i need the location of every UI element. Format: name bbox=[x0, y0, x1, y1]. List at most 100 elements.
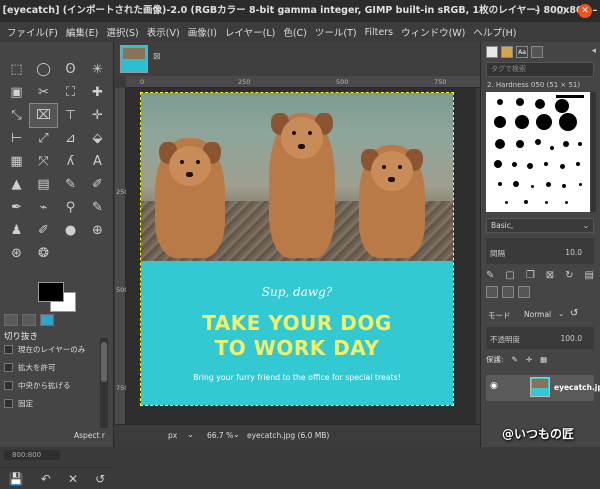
measure-icon[interactable]: ❂ bbox=[30, 242, 57, 265]
menu-file[interactable]: ファイル(F) bbox=[3, 25, 62, 39]
ellipse-select-icon[interactable]: ◯ bbox=[30, 58, 57, 81]
layer-name[interactable]: eyecatch.jpg bbox=[554, 383, 600, 392]
tab-undo-history[interactable] bbox=[40, 314, 54, 326]
brush-preview[interactable] bbox=[527, 163, 533, 169]
opacity-value[interactable]: 100.0 bbox=[561, 334, 582, 343]
aspect-ratio-dropdown[interactable]: Aspect r bbox=[74, 431, 105, 440]
brush-preview[interactable] bbox=[516, 140, 524, 148]
option-current-layer-only[interactable]: 現在のレイヤーのみ bbox=[4, 340, 100, 358]
brush-preview[interactable] bbox=[578, 182, 582, 186]
text-align-icon[interactable]: ⊤ bbox=[57, 104, 84, 127]
free-select-icon[interactable]: ʘ bbox=[57, 58, 84, 81]
option-fixed[interactable]: 固定 bbox=[4, 394, 100, 412]
menu-windows[interactable]: ウィンドウ(W) bbox=[397, 25, 469, 39]
mypaint-brush-icon[interactable]: ✎ bbox=[84, 196, 111, 219]
dodge-icon[interactable]: ⊛ bbox=[3, 242, 30, 265]
brush-preview[interactable] bbox=[495, 139, 505, 149]
brush-preview[interactable] bbox=[564, 200, 568, 204]
move-icon[interactable]: ✛ bbox=[84, 104, 111, 127]
brush-preset-select[interactable]: Basic, ⌄ bbox=[486, 218, 594, 233]
lock-alpha-icon[interactable]: ▦ bbox=[540, 355, 547, 364]
brush-preview[interactable] bbox=[494, 116, 506, 128]
align-icon[interactable]: ⊢ bbox=[3, 127, 30, 150]
dock-menu-icon[interactable]: ◂ bbox=[591, 46, 596, 56]
bucket-fill-icon[interactable]: ▲ bbox=[3, 173, 30, 196]
delete-brush-icon[interactable]: ⊠ bbox=[546, 270, 554, 281]
tab-document-history[interactable] bbox=[531, 46, 543, 58]
brush-preview[interactable] bbox=[511, 161, 517, 167]
reset-options-icon[interactable]: ↺ bbox=[95, 472, 105, 486]
checkbox[interactable] bbox=[4, 380, 13, 390]
pencil-icon[interactable]: ✎ bbox=[57, 173, 84, 196]
airbrush-icon[interactable]: ⌁ bbox=[30, 196, 57, 219]
brush-preview[interactable] bbox=[530, 184, 534, 188]
menu-help[interactable]: ヘルプ(H) bbox=[469, 25, 520, 39]
brush-preview[interactable] bbox=[524, 200, 528, 204]
ink-icon[interactable]: ⚲ bbox=[57, 196, 84, 219]
paintbrush-icon[interactable]: ✐ bbox=[84, 173, 111, 196]
handle-transform-icon[interactable]: ⬙ bbox=[84, 127, 111, 150]
fuzzy-select-icon[interactable]: ✳ bbox=[84, 58, 111, 81]
brush-preview[interactable] bbox=[498, 182, 502, 186]
close-button[interactable]: ✕ bbox=[578, 4, 592, 18]
brush-preview[interactable] bbox=[516, 98, 524, 106]
image-canvas[interactable]: Sup, dawg? TAKE YOUR DOG TO WORK DAY Bri… bbox=[140, 92, 454, 406]
blur-icon[interactable]: ⊕ bbox=[84, 219, 111, 242]
visibility-eye-icon[interactable]: ◉ bbox=[490, 381, 498, 391]
layer-opacity-field[interactable]: 不透明度 100.0 bbox=[486, 327, 594, 349]
eraser-icon[interactable]: ✒ bbox=[3, 196, 30, 219]
tab-device-status[interactable] bbox=[22, 314, 36, 326]
lock-position-icon[interactable]: ✛ bbox=[526, 355, 532, 364]
brush-preview[interactable] bbox=[544, 162, 548, 166]
zoom-selector[interactable]: 66.7 % bbox=[207, 431, 233, 440]
flip-icon[interactable]: ʎ bbox=[57, 150, 84, 173]
menu-filters[interactable]: Filters bbox=[361, 27, 397, 38]
checkbox[interactable] bbox=[4, 362, 13, 372]
tab-paths[interactable] bbox=[518, 286, 530, 298]
brush-grid-scrollbar[interactable] bbox=[591, 92, 596, 212]
scissors-icon[interactable]: ✂ bbox=[30, 81, 57, 104]
tab-brushes[interactable] bbox=[486, 46, 498, 58]
gradient-icon[interactable]: ▤ bbox=[30, 173, 57, 196]
option-expand-from-center[interactable]: 中央から拡げる bbox=[4, 376, 100, 394]
menu-colors[interactable]: 色(C) bbox=[279, 25, 311, 39]
brush-tag-search[interactable]: タグで検索 bbox=[486, 62, 594, 77]
unit-selector[interactable]: px bbox=[168, 431, 177, 440]
chevron-down-icon[interactable]: ⌄ bbox=[233, 430, 240, 439]
perspective-icon[interactable]: ⤧ bbox=[30, 150, 57, 173]
brush-preview[interactable] bbox=[545, 181, 551, 187]
brush-preview[interactable] bbox=[576, 162, 580, 166]
vertical-ruler[interactable]: 250 500 750 bbox=[115, 88, 128, 424]
brush-preview[interactable] bbox=[535, 139, 541, 145]
heal-icon[interactable]: ✐ bbox=[30, 219, 57, 242]
smudge-icon[interactable]: ● bbox=[57, 219, 84, 242]
brush-preview[interactable] bbox=[515, 115, 529, 129]
brush-preview[interactable] bbox=[555, 99, 569, 113]
menu-layer[interactable]: レイヤー(L) bbox=[221, 25, 279, 39]
image-tab-thumbnail[interactable] bbox=[120, 45, 148, 73]
color-picker-icon[interactable]: ⤡ bbox=[3, 104, 30, 127]
brush-preview[interactable] bbox=[494, 160, 502, 168]
layer-mode-select[interactable]: Normal bbox=[524, 310, 551, 319]
checkbox[interactable] bbox=[4, 398, 13, 408]
menu-select[interactable]: 選択(S) bbox=[102, 25, 142, 39]
brush-spacing-field[interactable]: 間隔 10.0 bbox=[486, 238, 594, 264]
tab-tool-options[interactable] bbox=[4, 314, 18, 326]
brush-preview[interactable] bbox=[578, 142, 582, 146]
brush-preview[interactable] bbox=[563, 141, 569, 147]
brush-preview[interactable] bbox=[556, 95, 584, 98]
tool-options-scrollbar[interactable] bbox=[100, 338, 108, 428]
checkbox[interactable] bbox=[4, 344, 13, 354]
delete-options-icon[interactable]: ✕ bbox=[68, 472, 78, 486]
rect-select-icon[interactable]: ⬚ bbox=[3, 58, 30, 81]
option-allow-growing[interactable]: 拡大を許可 bbox=[4, 358, 100, 376]
chevron-down-icon[interactable]: ⌄ bbox=[583, 219, 589, 232]
menu-image[interactable]: 画像(I) bbox=[184, 25, 221, 39]
brush-preview[interactable] bbox=[559, 163, 565, 169]
tab-channels[interactable] bbox=[502, 286, 514, 298]
scrollbar-thumb[interactable] bbox=[101, 342, 107, 382]
close-image-tab-icon[interactable]: ⊠ bbox=[153, 52, 161, 62]
new-brush-icon[interactable]: ▢ bbox=[505, 270, 514, 281]
refresh-brushes-icon[interactable]: ↻ bbox=[565, 270, 573, 281]
brush-preview[interactable] bbox=[550, 146, 554, 150]
